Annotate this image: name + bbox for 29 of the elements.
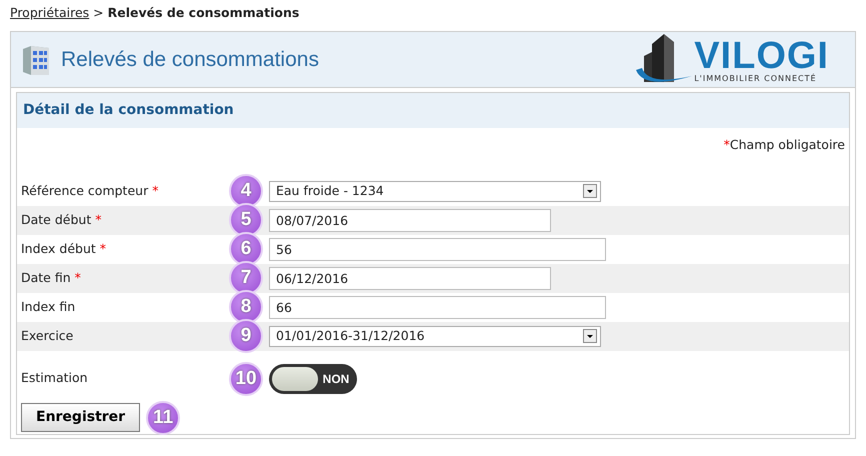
number-badge: 11 <box>146 400 180 435</box>
select-field[interactable]: 01/01/2016-31/12/2016 <box>269 326 601 347</box>
page-title: Relevés de consommations <box>61 46 319 73</box>
input-field[interactable]: 56 <box>269 238 606 261</box>
breadcrumb-current: Relevés de consommations <box>108 5 300 20</box>
required-note: *Champ obligatoire <box>724 136 845 154</box>
field-label: Index fin <box>21 298 76 316</box>
input-field[interactable]: 08/07/2016 <box>269 208 551 232</box>
field-label: Index début * <box>21 240 107 258</box>
caret-icon <box>583 329 597 344</box>
breadcrumb-link[interactable]: Propriétaires <box>10 5 90 20</box>
building-icon <box>21 44 51 76</box>
save-button[interactable]: Enregistrer <box>21 403 140 432</box>
select-field[interactable]: Eau froide - 1234 <box>269 180 601 202</box>
field-label: Date fin * <box>21 268 82 287</box>
number-badge: 9 <box>229 319 263 354</box>
field-label: Date début * <box>21 210 102 229</box>
field-label: Estimation <box>21 369 89 388</box>
breadcrumb-separator: > <box>93 5 104 20</box>
logo-tagline: L'IMMOBILIER CONNECTÉ <box>694 74 818 82</box>
caret-icon <box>583 184 597 198</box>
input-field[interactable]: 06/12/2016 <box>269 266 551 290</box>
logo-name: VILOGI <box>694 36 829 74</box>
input-field[interactable]: 66 <box>269 296 606 319</box>
section-title: Détail de la consommation <box>23 102 234 118</box>
field-label: Référence compteur * <box>21 182 160 200</box>
number-badge: 10 <box>229 362 263 396</box>
field-label: Exercice <box>21 326 74 345</box>
toggle-switch[interactable]: NON <box>269 364 357 394</box>
